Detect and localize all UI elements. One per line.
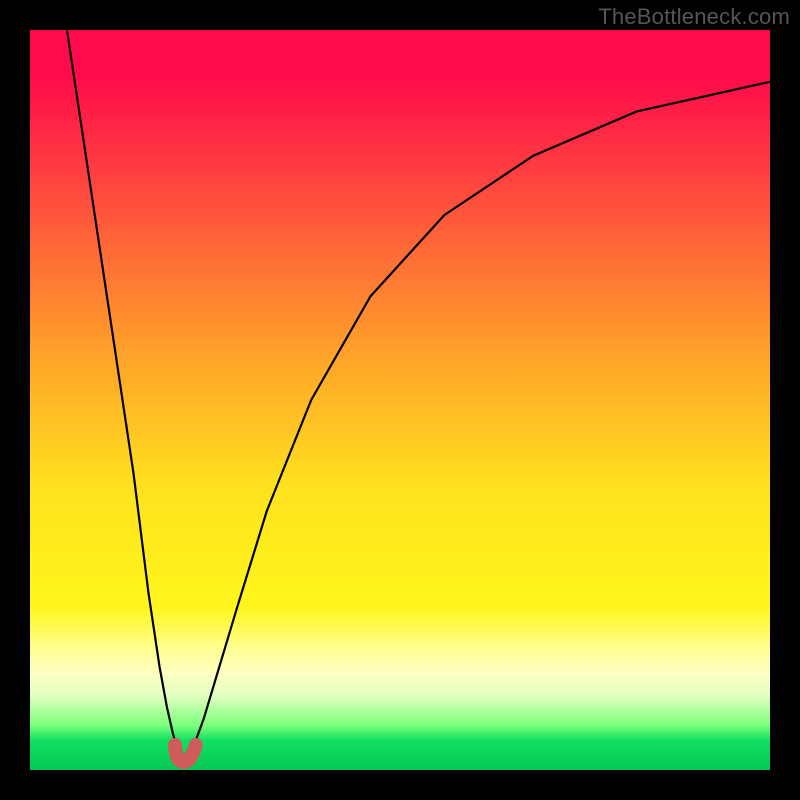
curve-right-path xyxy=(191,82,770,752)
chart-frame: TheBottleneck.com xyxy=(0,0,800,800)
plot-area xyxy=(30,30,770,770)
watermark-label: TheBottleneck.com xyxy=(598,4,790,30)
marker-u-path xyxy=(175,745,196,762)
curve-left-path xyxy=(67,30,179,752)
curve-layer xyxy=(30,30,770,770)
